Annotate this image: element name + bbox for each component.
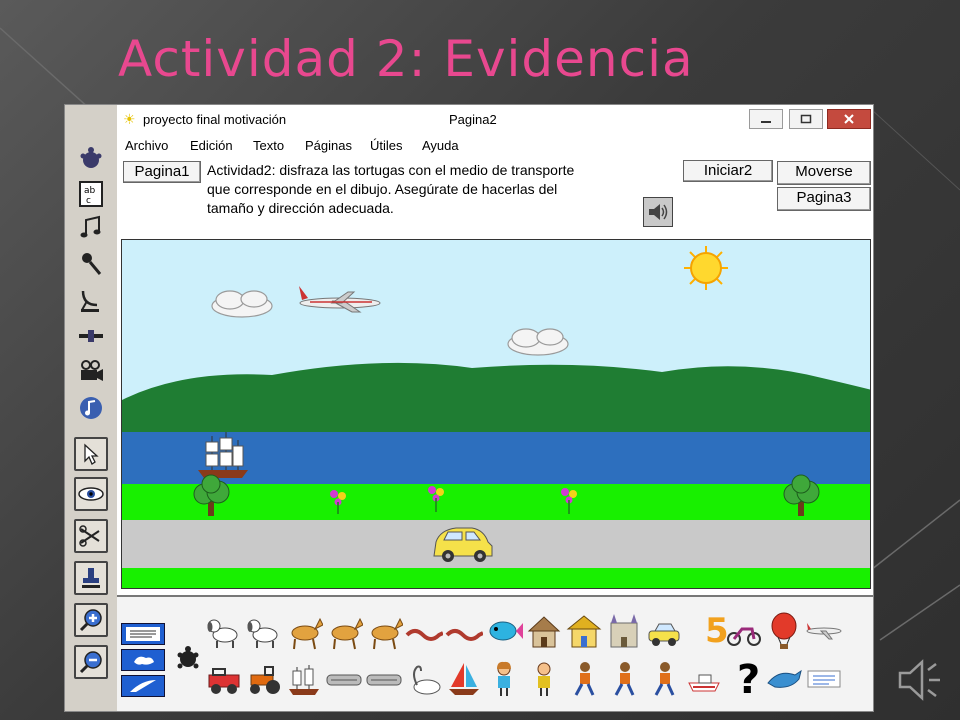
horse-sticker[interactable]	[365, 611, 403, 651]
svg-text:ab: ab	[84, 186, 96, 196]
slide-title: Actividad 2: Evidencia	[118, 30, 694, 88]
horse-sticker[interactable]	[285, 611, 323, 651]
card-sticker[interactable]	[805, 659, 843, 699]
page-name: Pagina2	[449, 112, 497, 127]
text-box-icon[interactable]: ab c	[76, 179, 106, 209]
sun	[684, 246, 728, 290]
satellite-dish-icon[interactable]	[76, 285, 106, 315]
title-bar: ☀ proyecto final motivación Pagina2	[117, 105, 873, 133]
app-name: proyecto final motivación	[143, 112, 287, 127]
menu-ayuda[interactable]: Ayuda	[422, 138, 459, 153]
palette-brush-button[interactable]	[121, 675, 165, 697]
menu-bar: Archivo Edición Texto Páginas Útiles Ayu…	[117, 135, 873, 157]
pagina3-button[interactable]: Pagina3	[777, 187, 871, 211]
iniciar2-button[interactable]: Iniciar2	[683, 160, 773, 182]
menu-texto[interactable]: Texto	[253, 138, 284, 153]
scene-graphic	[122, 240, 870, 588]
roadside-grass	[122, 568, 870, 588]
number-five-sticker[interactable]: 5	[705, 611, 729, 651]
grass	[122, 484, 870, 520]
eye-icon[interactable]	[74, 477, 108, 511]
boy-sticker[interactable]	[525, 659, 563, 699]
cloud	[211, 290, 273, 318]
menu-paginas[interactable]: Páginas	[305, 138, 352, 153]
hut-sticker[interactable]	[525, 611, 563, 651]
audio-speaker-icon[interactable]	[896, 656, 946, 704]
page-header: Pagina1 Actividad2: disfraza las tortuga…	[117, 157, 873, 237]
turtle-sticker[interactable]	[175, 645, 201, 671]
drawing-scene[interactable]	[121, 239, 871, 589]
pagina1-button[interactable]: Pagina1	[123, 161, 201, 183]
close-icon[interactable]	[827, 109, 871, 129]
airplane-sticker[interactable]	[805, 611, 843, 651]
ship-sticker[interactable]	[285, 659, 323, 699]
motorcycle-sticker[interactable]	[725, 611, 763, 651]
dog-sticker[interactable]	[245, 611, 283, 651]
instructions-line: que corresponde en el dibujo. Asegúrate …	[207, 181, 558, 197]
castle-sticker[interactable]	[605, 611, 643, 651]
melody-icon[interactable]	[76, 393, 106, 423]
cloud	[507, 328, 569, 356]
camera-icon[interactable]	[76, 357, 106, 387]
instructions-line: tamaño y dirección adecuada.	[207, 200, 394, 216]
dog-sticker[interactable]	[205, 611, 243, 651]
turtle-icon[interactable]	[76, 143, 106, 173]
girl-sticker[interactable]	[485, 659, 523, 699]
train-sticker[interactable]	[325, 659, 363, 699]
hot-air-balloon-sticker[interactable]	[765, 611, 803, 651]
activity-instructions: Actividad2: disfraza las tortugas con el…	[207, 161, 647, 218]
stamp-icon[interactable]	[74, 561, 108, 595]
jeep-sticker[interactable]	[205, 659, 243, 699]
tool-palette: ab c	[65, 105, 118, 711]
car-sticker[interactable]	[645, 611, 683, 651]
app-screenshot: ab c ☀ proyecto final motivación Pagina2…	[64, 104, 874, 712]
snake-sticker[interactable]	[405, 611, 443, 651]
boat-sticker[interactable]	[685, 659, 723, 699]
question-mark-sticker[interactable]: ?	[737, 657, 760, 703]
palette-stickers-button[interactable]	[121, 649, 165, 671]
maximize-icon[interactable]	[789, 109, 823, 129]
swan-sticker[interactable]	[405, 659, 443, 699]
runner-sticker[interactable]	[645, 659, 683, 699]
menu-edicion[interactable]: Edición	[190, 138, 233, 153]
speaker-icon[interactable]	[643, 197, 673, 227]
snake-sticker[interactable]	[445, 611, 483, 651]
microphone-icon[interactable]	[76, 249, 106, 279]
train-sticker[interactable]	[365, 659, 403, 699]
slider-icon[interactable]	[76, 321, 106, 351]
fish-sticker[interactable]	[485, 611, 523, 651]
scissors-icon[interactable]	[74, 519, 108, 553]
sailboat-sticker[interactable]	[445, 659, 483, 699]
road	[122, 520, 870, 568]
minimize-icon[interactable]	[749, 109, 783, 129]
menu-utiles[interactable]: Útiles	[370, 138, 403, 153]
zoom-out-icon[interactable]	[74, 645, 108, 679]
dolphin-sticker[interactable]	[765, 659, 803, 699]
palette-page-button[interactable]	[121, 623, 165, 645]
menu-archivo[interactable]: Archivo	[125, 138, 168, 153]
tractor-sticker[interactable]	[245, 659, 283, 699]
horse-sticker[interactable]	[325, 611, 363, 651]
house-sticker[interactable]	[565, 611, 603, 651]
moverse-button[interactable]: Moverse	[777, 161, 871, 185]
pointer-icon[interactable]	[74, 437, 108, 471]
music-note-icon[interactable]	[76, 213, 106, 243]
sun-icon: ☀	[123, 111, 136, 127]
app-window: ☀ proyecto final motivación Pagina2 Arch…	[117, 105, 873, 711]
runner-sticker[interactable]	[605, 659, 643, 699]
zoom-in-icon[interactable]	[74, 603, 108, 637]
svg-text:c: c	[86, 196, 91, 206]
sticker-palette: 5 ?	[117, 595, 873, 711]
instructions-line: Actividad2: disfraza las tortugas con el…	[207, 162, 575, 178]
runner-sticker[interactable]	[565, 659, 603, 699]
